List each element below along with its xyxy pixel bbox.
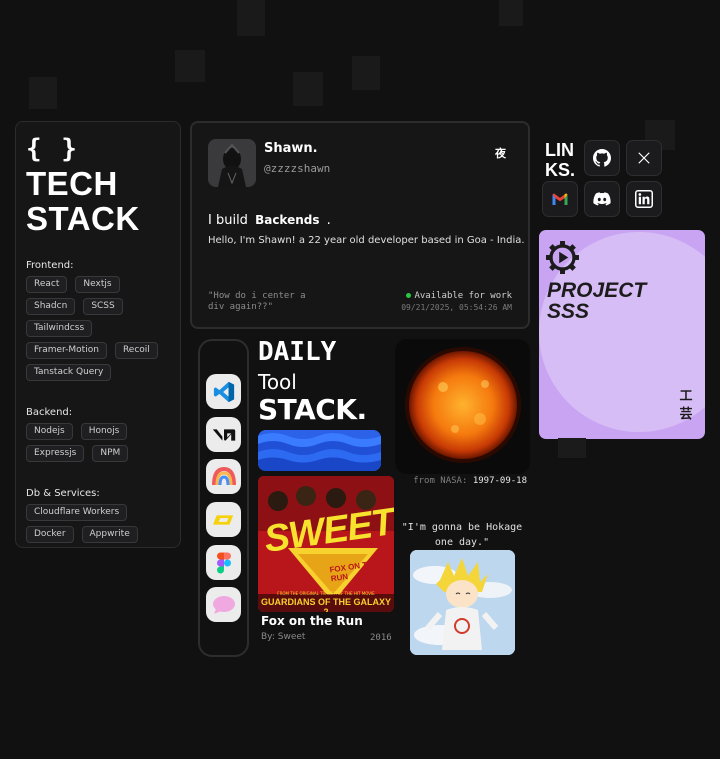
- bg-square: [175, 50, 205, 82]
- tech-tag: Honojs: [80, 423, 128, 440]
- dock-app-arc[interactable]: [206, 459, 241, 494]
- profile-card: Shawn. @zzzzshawn 夜 I build Backends . H…: [190, 121, 530, 329]
- daily-title: DAILY: [258, 337, 337, 367]
- album-tagline: FROM THE ORIGINAL TRAILER OF THE HIT MOV…: [277, 591, 375, 596]
- linkedin-icon: [635, 190, 653, 208]
- arc-icon: [211, 466, 236, 485]
- tech-tag: Cloudflare Workers: [26, 504, 128, 521]
- tech-stack-card: { } TECH STACK Frontend: React Nextjs Shadc…: [15, 121, 181, 548]
- project-kanji-2: 芸: [679, 407, 693, 422]
- tool-title: Tool: [258, 370, 297, 394]
- tech-tag: Appwrite: [81, 526, 138, 543]
- nasa-prefix: from NASA:: [413, 476, 468, 486]
- tech-tag-list: Cloudflare WorkersDockerAppwriteSupabase…: [26, 504, 170, 547]
- gmail-link-button[interactable]: [542, 181, 578, 217]
- stack-title: STACK.: [258, 393, 367, 426]
- dock-app-v0[interactable]: [206, 417, 241, 452]
- anime-quote: "I'm gonna be Hokage one day.": [401, 522, 523, 548]
- wave-graphic: [258, 430, 381, 471]
- project-sss-card[interactable]: PROJECT SSS 工 芸: [539, 230, 705, 439]
- bg-square: [499, 0, 523, 26]
- availability-status: Available for work 09/21/2025, 05:54:26 …: [401, 291, 512, 312]
- project-title-line1: PROJECT: [547, 279, 647, 302]
- naruto-image[interactable]: [410, 550, 515, 655]
- build-word: Backends: [255, 213, 320, 227]
- bg-square: [29, 77, 57, 109]
- dock-app-vscode[interactable]: [206, 374, 241, 409]
- avatar[interactable]: [208, 139, 256, 187]
- nasa-date: 1997-09-18: [472, 476, 527, 486]
- links-title: LIN KS.: [545, 140, 575, 180]
- dock-app-messages[interactable]: [206, 587, 241, 622]
- tech-tag: Docker: [26, 526, 74, 543]
- tech-section-title: Backend:: [26, 407, 73, 418]
- bg-square: [293, 72, 323, 106]
- messages-icon: [212, 595, 235, 614]
- bg-square: [352, 56, 380, 90]
- discord-icon: [593, 192, 611, 206]
- project-title: PROJECT SSS: [547, 280, 646, 322]
- links-title-line2: KS.: [545, 160, 576, 180]
- tech-title-line1: TECH: [26, 165, 118, 202]
- links-title-line1: LIN: [545, 140, 574, 160]
- figma-icon: [216, 552, 231, 573]
- github-icon: [593, 149, 611, 167]
- tech-tag: Recoil: [114, 342, 158, 359]
- tech-tag: Tailwindcss: [26, 320, 93, 337]
- bg-square: [237, 0, 265, 36]
- discord-link-button[interactable]: [584, 181, 620, 217]
- song-title[interactable]: Fox on the Run: [261, 614, 363, 628]
- build-prefix: I build: [208, 213, 248, 228]
- linkedin-link-button[interactable]: [626, 181, 662, 217]
- nasa-caption: from NASA: 1997-09-18: [413, 476, 527, 486]
- tech-tag: Shadcn: [26, 298, 76, 315]
- song-year: 2016: [370, 633, 392, 643]
- github-link-button[interactable]: [584, 140, 620, 176]
- braces-icon: { }: [26, 134, 79, 164]
- tech-tag: Nodejs: [26, 423, 73, 440]
- tech-stack-title: TECH STACK: [26, 166, 170, 236]
- project-kanji-1: 工: [679, 389, 693, 404]
- tech-tag: Expressjs: [26, 445, 85, 462]
- app-dock: [198, 339, 249, 657]
- dock-app-zed[interactable]: [206, 502, 241, 537]
- tech-tag: React: [26, 276, 68, 293]
- tech-sections: Frontend: React Nextjs Shadcn SCSS Tailwindcs…: [26, 260, 170, 547]
- song-artist: By: Sweet: [261, 632, 306, 642]
- gmail-icon: [552, 193, 568, 205]
- status-text: Available for work: [414, 291, 512, 301]
- x-icon: [638, 152, 650, 164]
- nasa-sun-image[interactable]: [395, 339, 530, 474]
- status-timestamp: 09/21/2025, 05:54:26 AM: [401, 303, 512, 312]
- tech-tag: Nextjs: [75, 276, 120, 293]
- build-suffix: .: [326, 213, 331, 228]
- x-link-button[interactable]: [626, 140, 662, 176]
- tech-tag: Tanstack Query: [26, 364, 112, 381]
- tech-tag: NPM: [92, 445, 129, 462]
- tech-tag: Framer-Motion: [26, 342, 107, 359]
- bg-square: [558, 438, 586, 458]
- zed-icon: [212, 514, 233, 525]
- gear-play-icon: [546, 241, 579, 274]
- tech-section-title: Db & Services:: [26, 488, 100, 499]
- project-title-line2: SSS: [547, 300, 590, 323]
- profile-quote: "How do i center a div again??": [208, 291, 306, 312]
- profile-handle[interactable]: @zzzzshawn: [264, 162, 330, 175]
- album-footer: GUARDIANS OF THE GALAXY 2: [260, 597, 391, 612]
- tech-title-line2: STACK: [26, 200, 140, 237]
- tech-tag-list: React Nextjs Shadcn SCSS Tailwindcss Framer-M…: [26, 276, 170, 381]
- profile-bio: Hello, I'm Shawn! a 22 year old develope…: [208, 235, 525, 246]
- tech-tag: SCSS: [83, 298, 123, 315]
- dock-app-figma[interactable]: [206, 545, 241, 580]
- status-dot-icon: [406, 293, 412, 298]
- profile-name: Shawn.: [264, 141, 318, 156]
- album-cover[interactable]: SWEET FOX ON THE RUN FROM THE ORIGINAL T…: [258, 476, 394, 612]
- vscode-icon: [213, 381, 234, 402]
- build-line: I build Backends .: [208, 213, 331, 228]
- v0-icon: [212, 428, 235, 441]
- project-kanji: 工 芸: [679, 388, 693, 424]
- tech-section-title: Frontend:: [26, 260, 74, 271]
- tech-tag-list: Nodejs Honojs Expressjs NPM: [26, 423, 170, 462]
- theme-toggle-kanji[interactable]: 夜: [495, 145, 506, 161]
